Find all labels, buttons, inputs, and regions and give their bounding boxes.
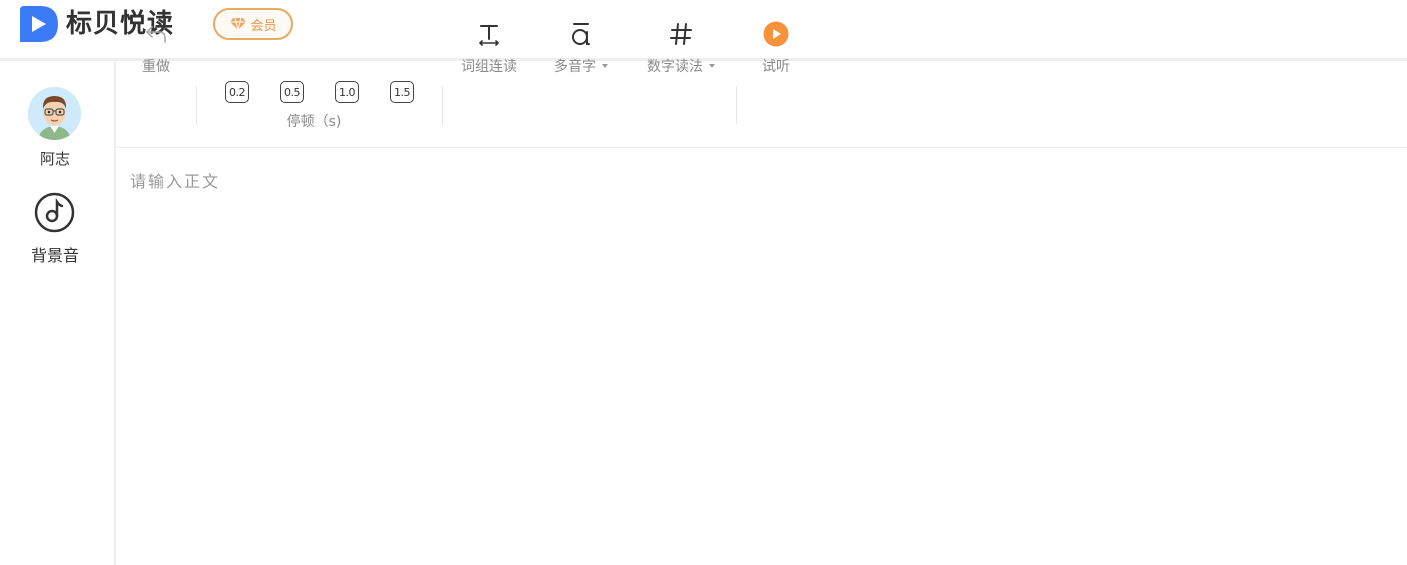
redo-icon [146,26,166,43]
number-reading-label: 数字读法 [647,59,703,75]
polyphone-icon [572,23,590,45]
editor-area [116,148,1407,565]
app-logo-icon [20,6,58,42]
avatar-image [28,87,81,140]
preview-button[interactable]: 试听 [760,0,792,76]
hash-icon [670,23,692,45]
voice-avatar[interactable] [28,87,81,140]
preview-label: 试听 [762,59,790,75]
toolbar-divider [736,86,737,124]
toolbar-divider [442,86,443,124]
polyphone-label: 多音字 [554,59,596,75]
redo-button[interactable]: 重做 [139,0,173,76]
diamond-icon [230,17,247,31]
pause-0.2-button[interactable]: 0.2 [225,81,249,103]
play-icon [763,21,789,47]
music-note-icon[interactable] [34,192,75,233]
number-reading-dropdown[interactable]: 数字读法 [642,0,720,76]
vip-badge[interactable]: 会员 [213,8,293,40]
text-cursor-icon [479,25,499,46]
voice-name[interactable]: 阿志 [0,148,110,169]
chevron-down-icon [709,64,715,68]
background-music-label[interactable]: 背景音 [0,242,110,266]
text-editor-input[interactable] [130,168,1390,548]
chevron-down-icon [602,64,608,68]
pause-1.5-button[interactable]: 1.5 [390,81,414,103]
vip-label: 会员 [250,18,277,34]
pause-label: 停顿（s) [286,114,342,130]
polyphone-dropdown[interactable]: 多音字 [549,0,613,76]
toolbar-divider [196,86,197,124]
word-group-label: 词组连读 [461,59,517,75]
redo-label: 重做 [142,59,170,75]
word-group-button[interactable]: 词组连读 [458,0,520,76]
pause-0.5-button[interactable]: 0.5 [280,81,304,103]
pause-1.0-button[interactable]: 1.0 [335,81,359,103]
